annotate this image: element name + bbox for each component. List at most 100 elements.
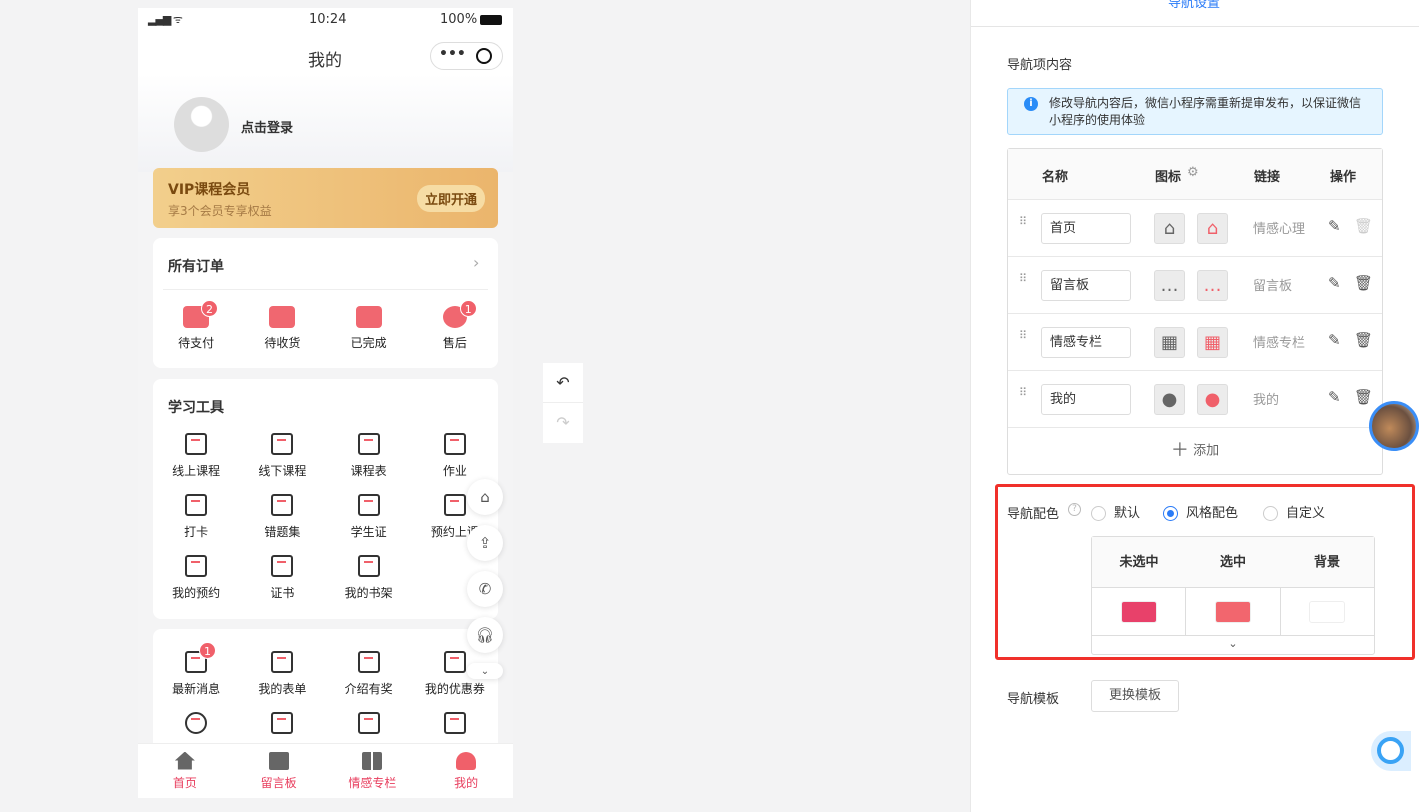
nav-items-table: 名称 图标 ⚙ 链接 操作 ⠿ 首页 ⌂ ⌂ 情感心理 ✎ 🗑︎ ⠿ 留言板 … … 留言板 ✎ 🗑︎ ⠿ 情… <box>1007 148 1383 475</box>
tool-offline-course[interactable]: 线下课程 <box>239 433 325 494</box>
order-pending-pay[interactable]: 待支付 2 <box>153 300 239 367</box>
order-pending-receive[interactable]: 待收货 <box>239 306 325 367</box>
drag-handle-icon[interactable]: ⠿ <box>1019 387 1028 398</box>
edit-icon[interactable]: ✎ <box>1328 274 1341 292</box>
delete-icon[interactable]: 🗑︎ <box>1354 388 1373 406</box>
color-swatch-row <box>1092 588 1374 636</box>
order-after-sale[interactable]: 售后 1 <box>412 300 498 367</box>
capsule-menu[interactable]: ••• <box>430 42 503 70</box>
settings-icon[interactable]: ⚙ <box>1187 165 1199 180</box>
unselected-color-swatch[interactable] <box>1120 600 1157 623</box>
more-icon[interactable]: ••• <box>439 46 466 62</box>
add-item-button[interactable]: ＋ 添加 <box>1008 427 1382 474</box>
nav-link[interactable]: 情感专栏 <box>1253 332 1305 351</box>
user-icon[interactable]: ● <box>1154 384 1185 415</box>
tool-online-course[interactable]: 线上课程 <box>153 433 239 494</box>
selected-color-swatch[interactable] <box>1214 600 1251 623</box>
tool-wrong-questions[interactable]: 错题集 <box>239 494 325 555</box>
background-color-swatch[interactable] <box>1309 600 1346 623</box>
tool-my-booking[interactable]: 我的预约 <box>153 555 239 616</box>
nav-name-input[interactable]: 留言板 <box>1041 270 1131 301</box>
collapse-fab[interactable]: ⌄ <box>467 663 503 679</box>
my-forms[interactable]: 我的表单 <box>239 651 325 712</box>
help-icon[interactable]: ? <box>1068 503 1081 516</box>
notice-text: 修改导航内容后，微信小程序需重新提审发布，以保证微信小程序的使用体验 <box>1049 96 1362 127</box>
edit-icon[interactable]: ✎ <box>1328 388 1341 406</box>
order-completed[interactable]: 已完成 <box>326 306 412 367</box>
message-active-icon[interactable]: … <box>1197 270 1228 301</box>
home-icon[interactable]: ⌂ <box>1154 213 1185 244</box>
user-active-icon[interactable]: ● <box>1197 384 1228 415</box>
drag-handle-icon[interactable]: ⠿ <box>1019 273 1028 284</box>
tab-nav-settings[interactable]: 导航设置 <box>1168 0 1220 11</box>
tab-mine[interactable]: 我的 <box>419 744 513 798</box>
tool-certificate[interactable]: 证书 <box>239 555 325 616</box>
edit-icon[interactable]: ✎ <box>1328 217 1341 235</box>
edit-icon[interactable]: ✎ <box>1328 331 1341 349</box>
tool-check-in[interactable]: 打卡 <box>153 494 239 555</box>
tab-home[interactable]: 首页 <box>138 744 232 798</box>
support-fab[interactable]: 🎧︎ <box>467 617 503 653</box>
my-coupons[interactable]: 我的优惠券 <box>412 651 498 712</box>
radio-style-color[interactable]: 风格配色 <box>1163 502 1238 521</box>
undo-icon: ↶ <box>556 373 570 392</box>
delete-icon[interactable]: 🗑︎ <box>1354 331 1373 349</box>
drag-handle-icon[interactable]: ⠿ <box>1019 330 1028 341</box>
referral-reward[interactable]: 介绍有奖 <box>326 651 412 712</box>
chevron-right-icon[interactable]: › <box>473 253 479 272</box>
home-active-icon[interactable]: ⌂ <box>1197 213 1228 244</box>
chat-support-button[interactable] <box>1371 731 1411 771</box>
tool-label: 错题集 <box>264 525 301 539</box>
expand-button[interactable]: ⌄ <box>1092 636 1374 654</box>
redo-button[interactable]: ↷ <box>543 403 583 443</box>
drag-handle-icon[interactable]: ⠿ <box>1019 216 1028 227</box>
nav-name-input[interactable]: 我的 <box>1041 384 1131 415</box>
avatar[interactable] <box>174 97 229 152</box>
vip-card[interactable]: VIP课程会员 享3个会员专享权益 立即开通 <box>153 168 498 228</box>
tab-message-board[interactable]: 留言板 <box>232 744 326 798</box>
tool-my-bookshelf[interactable]: 我的书架 <box>326 555 412 616</box>
share-icon: ⇪ <box>478 534 492 552</box>
undo-button[interactable]: ↶ <box>543 363 583 403</box>
chat-icon <box>1377 737 1404 764</box>
label: 待支付 <box>178 336 215 350</box>
delete-icon[interactable]: 🗑︎ <box>1354 217 1373 235</box>
nav-link[interactable]: 留言板 <box>1253 275 1292 294</box>
home-fab[interactable]: ⌂ <box>467 479 503 515</box>
tab-column[interactable]: 情感专栏 <box>326 744 420 798</box>
change-template-button[interactable]: 更换模板 <box>1091 680 1179 712</box>
nav-name-input[interactable]: 情感专栏 <box>1041 327 1131 358</box>
color-table: 未选中 选中 背景 ⌄ <box>1091 536 1375 655</box>
header-actions: 操作 <box>1330 170 1357 185</box>
radio-circle[interactable] <box>1163 506 1178 521</box>
tool-label: 学生证 <box>350 525 387 539</box>
login-link[interactable]: 点击登录 <box>241 117 293 136</box>
label: 待收货 <box>264 336 301 350</box>
phone-fab[interactable]: ✆ <box>467 571 503 607</box>
label: 介绍有奖 <box>344 682 393 696</box>
radio-custom[interactable]: 自定义 <box>1263 502 1325 521</box>
grid-active-icon[interactable]: ▦ <box>1197 327 1228 358</box>
user-avatar-float[interactable] <box>1369 401 1419 451</box>
close-mini-icon[interactable] <box>476 48 492 64</box>
vip-open-button[interactable]: 立即开通 <box>417 185 486 212</box>
nav-link[interactable]: 情感心理 <box>1253 218 1305 237</box>
latest-messages[interactable]: 最新消息 1 <box>153 642 239 712</box>
phone-preview: ▂▄▆ ᯤ 10:24 100% 我的 ••• 点击登录 VIP课程会员 享3个… <box>138 8 513 798</box>
tool-schedule[interactable]: 课程表 <box>326 433 412 494</box>
nav-link[interactable]: 我的 <box>1253 389 1279 408</box>
message-icon[interactable]: … <box>1154 270 1185 301</box>
nav-name-input[interactable]: 首页 <box>1041 213 1131 244</box>
radio-circle[interactable] <box>1091 506 1106 521</box>
delete-icon[interactable]: 🗑︎ <box>1354 274 1373 292</box>
grid-icon[interactable]: ▦ <box>1154 327 1185 358</box>
home-outline-icon: ⌂ <box>480 488 490 506</box>
nav-color-section: 导航配色 ? 默认 风格配色 自定义 未选中 选中 背景 ⌄ <box>995 484 1415 660</box>
tools-title: 学习工具 <box>168 400 224 416</box>
share-fab[interactable]: ⇪ <box>467 525 503 561</box>
radio-circle[interactable] <box>1263 506 1278 521</box>
orders-title[interactable]: 所有订单 <box>168 256 224 276</box>
tool-student-card[interactable]: 学生证 <box>326 494 412 555</box>
check-in-icon <box>185 494 208 516</box>
radio-default[interactable]: 默认 <box>1091 502 1140 521</box>
